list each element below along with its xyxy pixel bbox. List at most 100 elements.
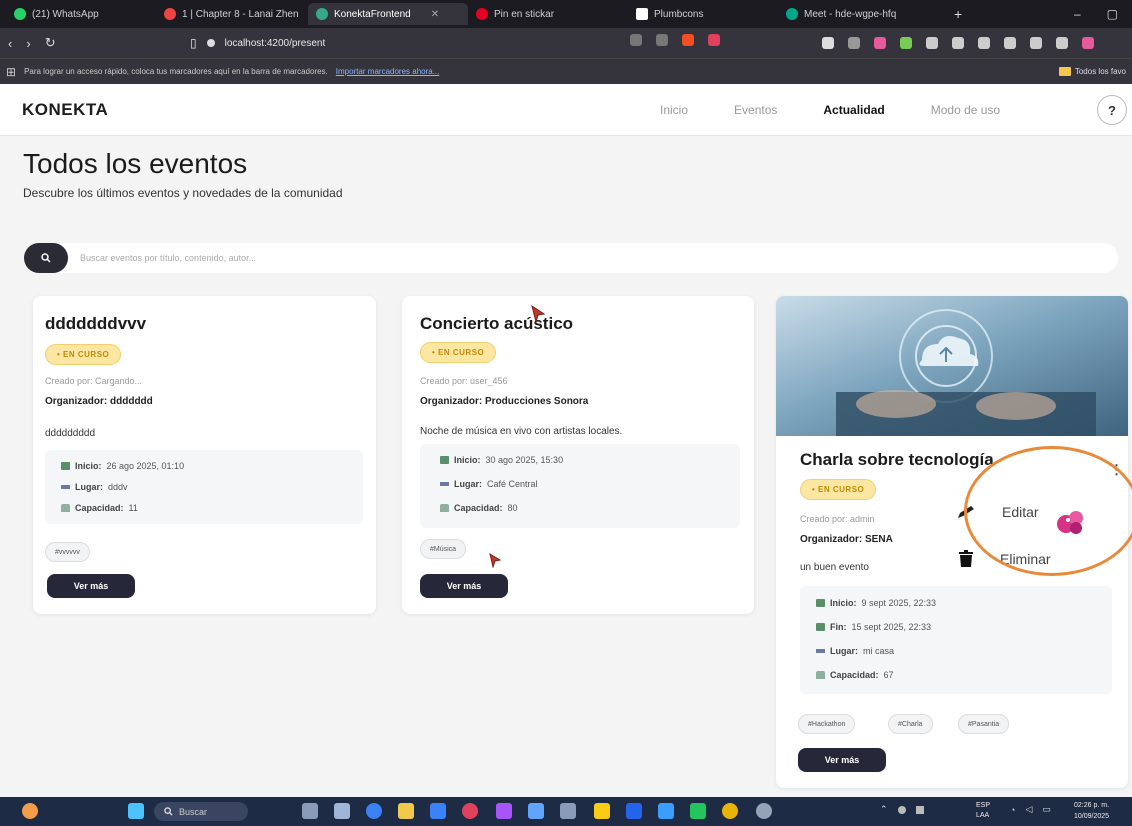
nav-eventos[interactable]: Eventos xyxy=(734,103,777,117)
wallet-icon[interactable] xyxy=(1030,37,1042,49)
calendar-icon xyxy=(61,462,70,470)
vscode-icon[interactable] xyxy=(658,803,674,819)
volume-icon: ◁ xyxy=(1025,804,1033,814)
extension-icon[interactable] xyxy=(1056,37,1068,49)
file-explorer-icon[interactable] xyxy=(398,803,414,819)
event-details: Inicio: 9 sept 2025, 22:33 Fin: 15 sept 20… xyxy=(800,586,1112,694)
extension-icon[interactable] xyxy=(952,37,964,49)
search-icon xyxy=(41,253,51,263)
maximize-icon[interactable]: ▢ xyxy=(1107,7,1118,21)
ver-mas-button[interactable]: Ver más xyxy=(420,574,508,598)
browser-icon[interactable] xyxy=(462,803,478,819)
annotation-circle xyxy=(964,446,1132,576)
tab-pinterest[interactable]: Pin en stickar xyxy=(468,3,628,25)
tab-konekta[interactable]: KonektaFrontend ✕ xyxy=(308,3,468,25)
app-icon[interactable] xyxy=(756,803,772,819)
pinterest-icon xyxy=(476,8,488,20)
nav-modo-de-uso[interactable]: Modo de uso xyxy=(931,103,1000,117)
search-input[interactable] xyxy=(80,253,680,263)
tab-meet[interactable]: Meet - hde-wgpe-hfq xyxy=(778,3,948,25)
event-card: dddddddvvv • EN CURSO Creado por: Cargan… xyxy=(33,296,376,614)
trash-icon xyxy=(959,550,973,567)
rewards-icon[interactable] xyxy=(708,34,720,46)
nav-actualidad[interactable]: Actualidad xyxy=(823,103,884,117)
extension-icon[interactable] xyxy=(926,37,938,49)
chrome-icon[interactable] xyxy=(722,803,738,819)
app-icon[interactable] xyxy=(302,803,318,819)
event-tag[interactable]: #Charla xyxy=(888,714,933,734)
tab-whatsapp[interactable]: (21) WhatsApp xyxy=(6,3,156,25)
event-tag[interactable]: #Pasantia xyxy=(958,714,1010,734)
app-icon[interactable] xyxy=(528,803,544,819)
nav-inicio[interactable]: Inicio xyxy=(660,103,688,117)
ver-mas-button[interactable]: Ver más xyxy=(47,574,135,598)
event-start: Inicio: 30 ago 2025, 15:30 xyxy=(440,455,563,465)
all-bookmarks-folder[interactable]: Todos los favo xyxy=(1058,67,1126,76)
search-bar xyxy=(24,243,1118,273)
event-location: Lugar: mi casa xyxy=(816,646,894,656)
app-icon[interactable] xyxy=(690,803,706,819)
event-start: Inicio: 9 sept 2025, 22:33 xyxy=(816,598,936,608)
widgets-icon[interactable] xyxy=(22,803,38,819)
app-header: KONEKTA Inicio Eventos Actualidad Modo d… xyxy=(0,84,1132,136)
app-logo[interactable]: KONEKTA xyxy=(22,100,108,120)
people-icon xyxy=(61,504,70,512)
chevron-up-icon[interactable]: ⌃ xyxy=(880,804,888,815)
calendar-icon xyxy=(440,456,449,464)
event-tag[interactable]: #Hackathon xyxy=(798,714,856,734)
people-icon xyxy=(440,504,449,512)
clock[interactable]: 02:26 p. m. 10/09/2025 xyxy=(1074,800,1109,822)
site-info-icon[interactable] xyxy=(206,39,215,47)
event-capacity: Capacidad: 11 xyxy=(61,503,138,513)
share-icon[interactable] xyxy=(656,34,668,46)
event-creator: Creado por: user_456 xyxy=(420,376,508,386)
app-icon[interactable] xyxy=(626,803,642,819)
language-indicator[interactable]: ESP LAA xyxy=(976,801,990,821)
close-tab-icon[interactable]: ✕ xyxy=(431,9,439,20)
folder-icon xyxy=(1058,67,1071,76)
app-icon[interactable] xyxy=(366,803,382,819)
tab-favicon-icon xyxy=(164,8,176,20)
tab-plumbcons[interactable]: Plumbcons xyxy=(628,3,778,25)
apps-grid-icon[interactable]: ⊞ xyxy=(6,65,16,79)
download-icon[interactable] xyxy=(978,37,990,49)
import-bookmarks-link[interactable]: Importar marcadores ahora... xyxy=(336,67,440,76)
new-tab-icon[interactable]: + xyxy=(954,6,962,22)
extension-icon[interactable] xyxy=(900,37,912,49)
event-description: Noche de música en vivo con artistas loc… xyxy=(420,426,623,437)
event-tag[interactable]: #vvvvvv xyxy=(45,542,90,562)
windows-start-icon[interactable] xyxy=(128,803,144,819)
menu-lines-icon[interactable] xyxy=(848,37,860,49)
tray-icon[interactable] xyxy=(897,805,906,814)
event-location: Lugar: dddv xyxy=(61,482,128,492)
key-icon[interactable] xyxy=(630,34,642,46)
url-text[interactable]: localhost:4200/present xyxy=(225,38,326,49)
minimize-icon[interactable]: – xyxy=(1074,7,1081,21)
ver-mas-button[interactable]: Ver más xyxy=(798,748,886,772)
app-icon[interactable] xyxy=(560,803,576,819)
meet-icon xyxy=(786,8,798,20)
event-tag[interactable]: #Música xyxy=(420,539,467,559)
help-button[interactable]: ? xyxy=(1097,95,1127,125)
app-icon[interactable] xyxy=(334,803,350,819)
extension-icon[interactable] xyxy=(874,37,886,49)
app-icon[interactable] xyxy=(594,803,610,819)
app-icon[interactable] xyxy=(430,803,446,819)
tab-chapter[interactable]: 1 | Chapter 8 - Lanai Zhen xyxy=(156,3,308,25)
sidebar-icon[interactable] xyxy=(1004,37,1016,49)
taskbar-search[interactable]: Buscar xyxy=(154,802,248,821)
app-icon[interactable] xyxy=(496,803,512,819)
calendar-icon xyxy=(816,599,825,607)
bookmark-page-icon[interactable]: ▯ xyxy=(190,36,197,50)
event-details: Inicio: 30 ago 2025, 15:30 Lugar: Café Cen… xyxy=(420,444,740,528)
brave-shield-icon[interactable] xyxy=(682,34,694,46)
network-sound-battery[interactable]: ◔ ◁ ▭ xyxy=(1010,804,1051,815)
search-button[interactable] xyxy=(24,243,68,273)
reload-icon[interactable]: ↻ xyxy=(45,35,56,51)
extension-icon[interactable] xyxy=(822,37,834,49)
forward-icon[interactable]: › xyxy=(26,36,30,51)
extension-icon[interactable] xyxy=(1082,37,1094,49)
tray-icon[interactable] xyxy=(915,805,924,814)
page-subtitle: Descubre los últimos eventos y novedades… xyxy=(23,186,343,200)
back-icon[interactable]: ‹ xyxy=(8,36,12,51)
